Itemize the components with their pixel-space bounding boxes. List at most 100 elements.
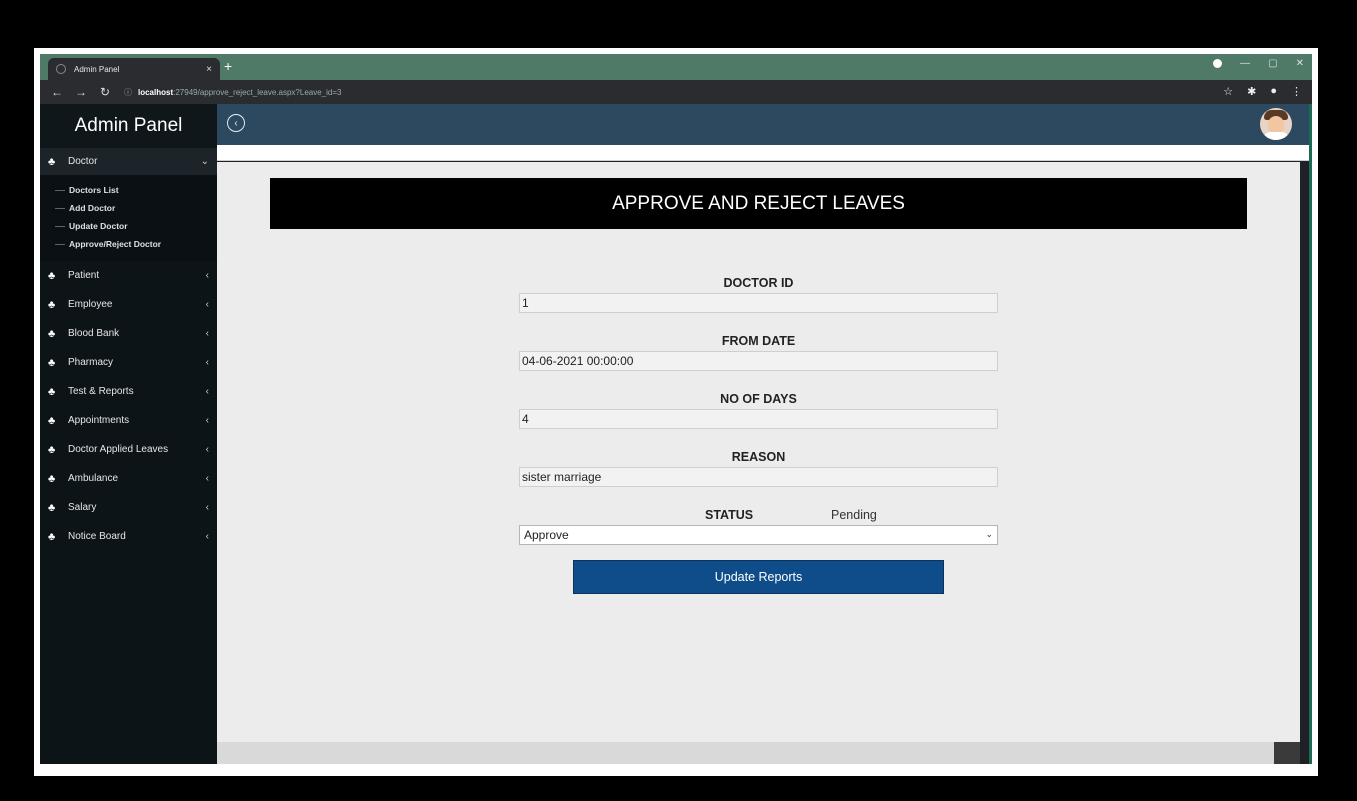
status-value: Pending [831,508,877,522]
sidebar-item-label: Employee [68,299,113,310]
status-label: STATUS [705,508,754,522]
window-edge [1309,104,1312,764]
doctor-submenu: Doctors List Add Doctor Update Doctor Appro… [40,175,217,261]
submenu-item-label: Doctors List [69,185,119,195]
window-controls: — ▢ ✕ [1213,58,1304,69]
sidebar-item[interactable]: ♣ Notice Board ‹ [40,522,217,551]
submenu-item[interactable]: Update Doctor [40,217,217,235]
field-label: FROM DATE [721,334,796,348]
users-icon: ♣ [48,155,56,168]
users-icon: ♣ [48,501,56,514]
submenu-item[interactable]: Approve/Reject Doctor [40,235,217,253]
browser-tab[interactable]: Admin Panel × [48,58,220,80]
submenu-item[interactable]: Add Doctor [40,199,217,217]
users-icon: ♣ [48,530,56,543]
form-fields: DOCTOR ID FROM DATE NO OF DAYS REASON [519,274,998,506]
sidebar-item-label: Blood Bank [68,328,120,339]
url-path: :27949/approve_reject_leave.aspx?Leave_i… [173,87,342,97]
update-reports-button[interactable]: Update Reports [573,560,944,594]
chevron-left-icon: ‹ [205,531,209,542]
field-label: REASON [731,450,786,464]
users-icon: ♣ [48,385,56,398]
back-arrow-icon[interactable]: ← [50,85,64,99]
bottom-bar [217,742,1300,764]
field-label: DOCTOR ID [723,276,794,290]
main-content: APPROVE AND REJECT LEAVES DOCTOR ID FROM … [217,162,1300,742]
sidebar-item[interactable]: ♣ Patient ‹ [40,261,217,290]
extensions-icon[interactable]: ✱ [1247,85,1256,98]
chevron-left-icon: ‹ [205,386,209,397]
chevron-left-icon: ‹ [205,444,209,455]
sidebar-item-label: Patient [68,270,100,281]
url-host: localhost [138,87,174,97]
users-icon: ♣ [48,269,56,282]
sidebar-item[interactable]: ♣ Blood Bank ‹ [40,319,217,348]
users-icon: ♣ [48,443,56,456]
reload-icon[interactable]: ↻ [98,85,112,99]
close-window-icon[interactable]: ✕ [1296,58,1304,69]
sidebar: Admin Panel ♣ Doctor ⌄ Doctors List Add D… [40,104,217,764]
field-input[interactable] [519,293,998,313]
chevron-down-icon: ⌄ [985,529,993,539]
field-label: NO OF DAYS [720,392,797,406]
submenu-item-label: Approve/Reject Doctor [69,239,162,249]
maximize-icon[interactable]: ▢ [1268,58,1277,69]
sidebar-brand: Admin Panel [40,104,217,148]
info-icon[interactable]: ⓘ [124,87,132,98]
tab-bar: Admin Panel × + — ▢ ✕ [40,54,1312,80]
sidebar-item[interactable]: ♣ Appointments ‹ [40,406,217,435]
sidebar-item[interactable]: ♣ Employee ‹ [40,290,217,319]
sidebar-item-label: Test & Reports [68,386,134,397]
submenu-item-label: Add Doctor [69,203,116,213]
sidebar-item[interactable]: ♣ Pharmacy ‹ [40,348,217,377]
tree-line [55,243,65,245]
sidebar-item[interactable]: ♣ Test & Reports ‹ [40,377,217,406]
users-icon: ♣ [48,414,56,427]
sidebar-item-label: Notice Board [68,531,126,542]
profile-icon[interactable] [1213,59,1223,68]
chevron-left-icon: ‹ [205,502,209,513]
chevron-left-icon: ‹ [205,270,209,281]
field-input[interactable] [519,409,998,429]
sidebar-item-label: Salary [68,502,97,513]
chevron-left-icon: ‹ [205,299,209,310]
chevron-left-icon: ‹ [205,357,209,368]
tab-title: Admin Panel [74,64,120,74]
users-icon: ♣ [48,356,56,369]
sidebar-item-doctor[interactable]: ♣ Doctor ⌄ [40,148,217,175]
submenu-item-label: Update Doctor [69,221,128,231]
address-bar: ← → ↻ ⓘ localhost:27949/approve_reject_l… [40,80,1312,104]
close-tab-icon[interactable]: × [206,64,212,75]
status-select[interactable]: Approve ⌄ [519,525,998,545]
sidebar-item-label: Ambulance [68,473,119,484]
url-field[interactable]: ⓘ localhost:27949/approve_reject_leave.a… [124,87,341,98]
field-input[interactable] [519,467,998,487]
field-input[interactable] [519,351,998,371]
minimize-icon[interactable]: — [1240,58,1250,69]
account-icon[interactable]: ● [1270,85,1277,98]
chevron-left-icon: ‹ [205,415,209,426]
star-icon[interactable]: ☆ [1223,85,1233,98]
new-tab-button[interactable]: + [224,59,232,73]
sidebar-item[interactable]: ♣ Doctor Applied Leaves ‹ [40,435,217,464]
forward-arrow-icon[interactable]: → [74,85,88,99]
sidebar-item-label: Doctor Applied Leaves [68,444,169,455]
status-row: STATUS Pending [519,506,998,525]
sidebar-item[interactable]: ♣ Salary ‹ [40,493,217,522]
tree-line [55,207,65,209]
users-icon: ♣ [48,472,56,485]
user-avatar[interactable] [1260,108,1292,140]
users-icon: ♣ [48,298,56,311]
circle-chevron-left-icon[interactable]: ‹ [227,114,245,132]
page-title: APPROVE AND REJECT LEAVES [270,178,1247,229]
status-select-value: Approve [524,528,569,542]
chevron-left-icon: ‹ [205,328,209,339]
top-header: ‹ [217,104,1312,145]
tree-line [55,189,65,191]
chevron-left-icon: ‹ [205,473,209,484]
sidebar-item[interactable]: ♣ Ambulance ‹ [40,464,217,493]
chevron-down-icon: ⌄ [200,156,209,167]
sidebar-item-label: Appointments [68,415,130,426]
submenu-item[interactable]: Doctors List [40,181,217,199]
menu-dots-icon[interactable]: ⋮ [1291,85,1302,98]
